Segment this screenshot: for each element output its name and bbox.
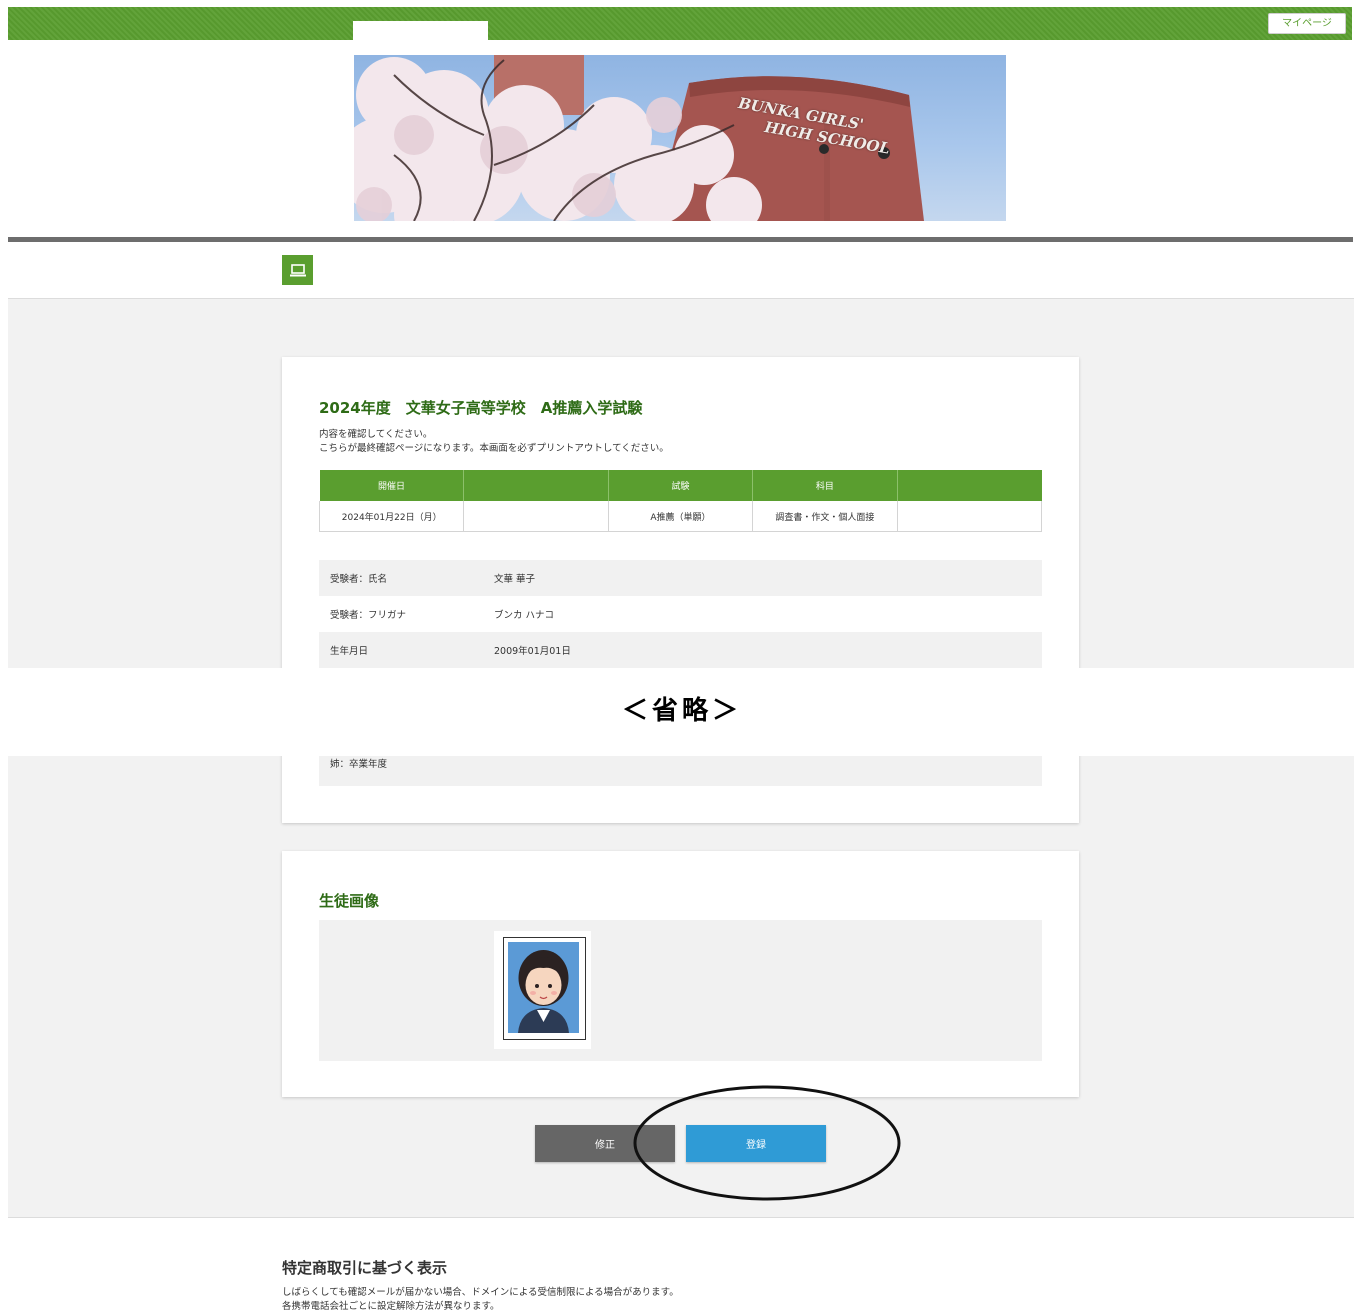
table-cell: 調査書・作文・個人面接 (752, 501, 898, 532)
header-divider (8, 237, 1353, 242)
footer-notice: しばらくしても確認メールが届かない場合、ドメインによる受信制限による場合がありま… (282, 1286, 679, 1314)
exam-table: 開催日 試験 科目 2024年01月22日（月） A推薦（単願） 調査書・作文・… (318, 470, 1043, 532)
table-row: 2024年01月22日（月） A推薦（単願） 調査書・作文・個人面接 (318, 501, 1043, 532)
info-row-name: 受験者：氏名 文華 華子 (319, 560, 1042, 596)
info-label: 受験者：フリガナ (330, 610, 407, 621)
info-label: 姉：卒業年度 (330, 759, 388, 770)
info-row-birthdate: 生年月日 2009年01月01日 (319, 632, 1042, 668)
column-header (463, 470, 609, 501)
photo-section-title: 生徒画像 (319, 892, 380, 910)
photo-panel (319, 920, 1042, 1061)
intro-line-2: こちらが最終確認ページになります。本画面を必ずプリントアウトしてください。 (319, 443, 669, 454)
omission-label: ＜省略＞ (621, 696, 742, 726)
table-cell (896, 501, 1043, 532)
column-header: 開催日 (319, 470, 465, 501)
info-label: 生年月日 (330, 646, 369, 657)
student-photo (494, 931, 591, 1049)
info-label: 受験者：氏名 (330, 574, 388, 585)
exam-title: 2024年度 文華女子高等学校 A推薦入学試験 (319, 399, 643, 417)
top-header-bar: マイページ (8, 7, 1352, 40)
highlight-ellipse (633, 1085, 901, 1201)
school-banner-image: BUNKA GIRLS' HIGH SCHOOL (354, 55, 1006, 221)
info-value: ブンカ ハナコ (494, 610, 555, 621)
column-header: 科目 (752, 470, 898, 501)
footer-line-1: しばらくしても確認メールが届かない場合、ドメインによる受信制限による場合がありま… (282, 1287, 679, 1298)
student-photo-card: 生徒画像 (282, 851, 1079, 1097)
intro-line-1: 内容を確認してください。 (319, 429, 433, 440)
table-cell: 2024年01月22日（月） (318, 501, 465, 532)
column-header: 試験 (608, 470, 754, 501)
laptop-icon[interactable] (282, 255, 313, 285)
intro-text: 内容を確認してください。 こちらが最終確認ページになります。本画面を必ずプリント… (319, 428, 669, 456)
header-tab (353, 21, 488, 40)
table-cell: A推薦（単願） (607, 501, 754, 532)
student-portrait-image (503, 937, 586, 1040)
table-cell (463, 501, 609, 532)
omission-band: ＜省略＞ (8, 668, 1356, 756)
info-value: 2009年01月01日 (494, 646, 571, 657)
student-portrait-icon (508, 942, 579, 1033)
mypage-button[interactable]: マイページ (1268, 13, 1346, 34)
table-header-row: 開催日 試験 科目 (319, 470, 1042, 501)
info-row-furigana: 受験者：フリガナ ブンカ ハナコ (319, 596, 1042, 632)
footer-title: 特定商取引に基づく表示 (282, 1259, 448, 1277)
footer-line-2: 各携帯電話会社ごとに設定解除方法が異なります。 (282, 1301, 500, 1312)
column-header (897, 470, 1042, 501)
info-value: 文華 華子 (494, 574, 536, 585)
